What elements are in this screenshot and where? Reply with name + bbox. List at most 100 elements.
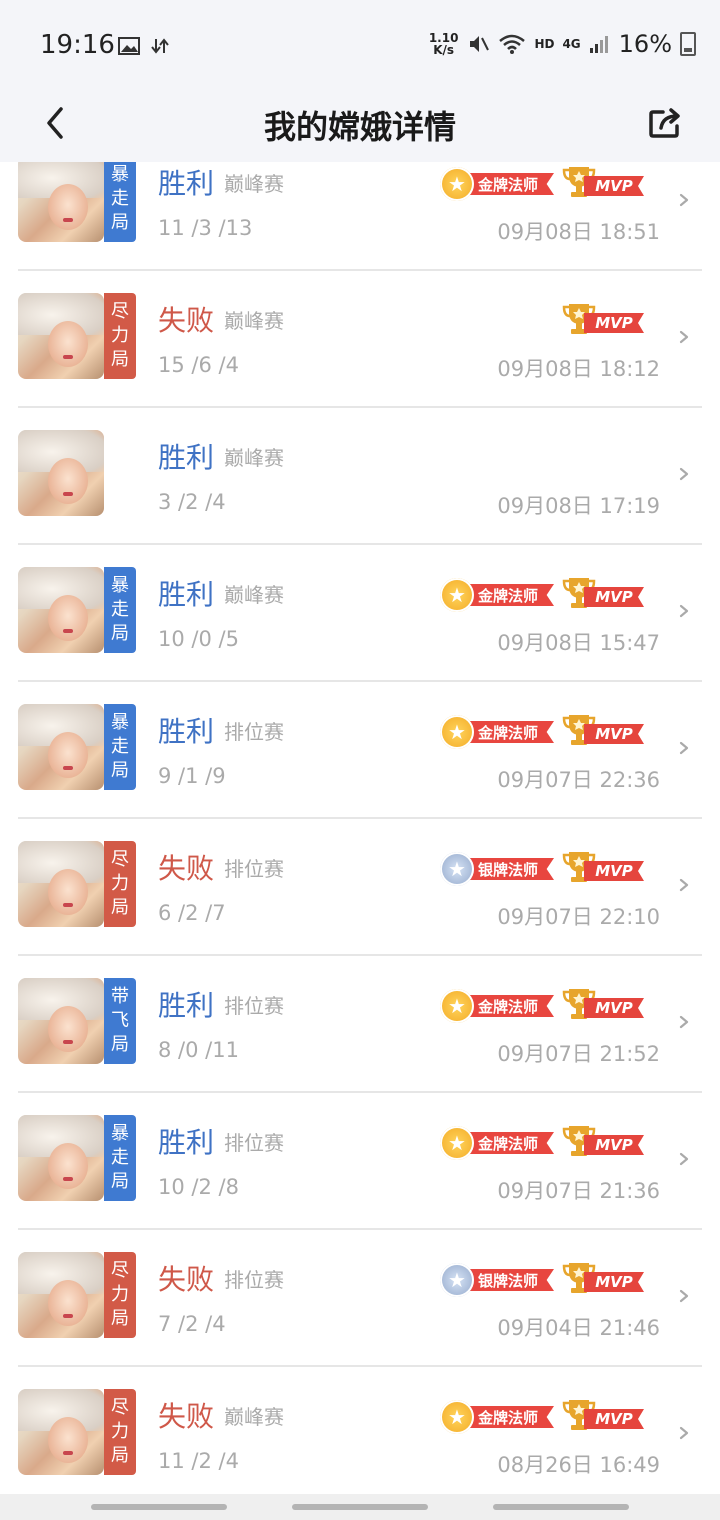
match-tag-char: 走 [111,188,129,209]
mvp-label: MVP [584,1135,644,1155]
wifi-icon [499,34,526,54]
medal-label: 金牌法师 [462,721,554,743]
match-tag-char: 带 [111,986,129,1007]
medal-badge: ★ 金牌法师 [440,1399,556,1435]
match-kda: 9 /1 /9 [158,764,226,788]
match-row[interactable]: 暴走局 胜利 排位赛 9 /1 /9 ★ 金牌法师 MVP 09月07日 22:… [18,682,702,819]
match-tag: 暴走局 [104,704,136,790]
chevron-right-icon [679,330,689,344]
match-kda: 11 /3 /13 [158,216,253,240]
share-button[interactable] [640,98,690,148]
match-mode: 排位赛 [224,1131,284,1155]
star-icon: ★ [440,578,474,612]
match-mode: 巅峰赛 [224,1405,284,1429]
match-row[interactable]: 暴走局 胜利 巅峰赛 11 /3 /13 ★ 金牌法师 MVP 09月08日 1… [18,162,702,271]
net-speed: 1.10 K/s [429,32,459,56]
match-tag-char: 飞 [111,1010,129,1031]
match-tag-char: 尽 [111,1397,129,1418]
nav-home-button[interactable] [292,1504,428,1510]
mvp-badge: MVP [562,986,646,1026]
medal-badge: ★ 银牌法师 [440,1262,556,1298]
match-tag-char: 局 [111,212,129,233]
match-result: 胜利 [158,715,215,748]
match-tag-char: 力 [111,1284,129,1305]
medal-label: 金牌法师 [462,1132,554,1154]
medal-badge: ★ 金牌法师 [440,166,556,202]
match-tag-char: 局 [111,1445,129,1466]
match-tag-char: 局 [111,1034,129,1055]
match-tag-char: 暴 [111,164,129,185]
match-tag-char: 走 [111,599,129,620]
match-row[interactable]: 暴走局 胜利 排位赛 10 /2 /8 ★ 金牌法师 MVP 09月07日 21… [18,1093,702,1230]
mvp-label: MVP [584,861,644,881]
match-row[interactable]: 尽力局 失败 巅峰赛 11 /2 /4 ★ 金牌法师 MVP 08月26日 16… [18,1367,702,1494]
match-row[interactable]: 尽力局 失败 排位赛 6 /2 /7 ★ 银牌法师 MVP 09月07日 22:… [18,819,702,956]
hero-avatar [18,162,104,242]
match-mode: 排位赛 [224,720,284,744]
match-row[interactable]: 胜利 巅峰赛 3 /2 /4 09月08日 17:19 [18,408,702,545]
mvp-badge: MVP [562,849,646,889]
medal-badge: ★ 金牌法师 [440,714,556,750]
nav-recents-button[interactable] [91,1504,227,1510]
match-row[interactable]: 尽力局 失败 巅峰赛 15 /6 /4 MVP 09月08日 18:12 [18,271,702,408]
mvp-label: MVP [584,313,644,333]
match-badges: ★ 银牌法师 MVP [440,849,646,889]
match-list[interactable]: 暴走局 胜利 巅峰赛 11 /3 /13 ★ 金牌法师 MVP 09月08日 1… [0,162,720,1494]
match-tag: 尽力局 [104,1252,136,1338]
medal-badge: ★ 金牌法师 [440,577,556,613]
mvp-label: MVP [584,176,644,196]
hero-avatar [18,293,104,379]
match-tag-char: 暴 [111,575,129,596]
status-left-icons [118,36,170,56]
match-tag: 暴走局 [104,1115,136,1201]
hd-label: HD [534,37,555,51]
match-row[interactable]: 带飞局 胜利 排位赛 8 /0 /11 ★ 金牌法师 MVP 09月07日 21… [18,956,702,1093]
star-icon: ★ [440,852,474,886]
match-time: 09月04日 21:46 [497,1316,660,1340]
match-result: 失败 [158,1263,215,1296]
chevron-right-icon [679,604,689,618]
medal-label: 金牌法师 [462,995,554,1017]
match-time: 09月07日 22:10 [497,905,660,929]
match-tag-char: 局 [111,623,129,644]
match-tag-char: 局 [111,760,129,781]
match-tag: 尽力局 [104,841,136,927]
star-icon: ★ [440,1263,474,1297]
match-kda: 3 /2 /4 [158,490,226,514]
match-badges: ★ 金牌法师 MVP [440,575,646,615]
header: 我的嫦娥详情 [0,92,720,162]
match-tag-char: 力 [111,325,129,346]
match-tag-char: 尽 [111,849,129,870]
match-tag: 尽力局 [104,1389,136,1475]
chevron-right-icon [679,1289,689,1303]
medal-badge: ★ 金牌法师 [440,988,556,1024]
match-mode: 排位赛 [224,1268,284,1292]
match-result: 失败 [158,852,215,885]
match-result: 失败 [158,1400,215,1433]
match-row[interactable]: 暴走局 胜利 巅峰赛 10 /0 /5 ★ 金牌法师 MVP 09月08日 15… [18,545,702,682]
star-icon: ★ [440,715,474,749]
medal-badge: ★ 银牌法师 [440,851,556,887]
match-row[interactable]: 尽力局 失败 排位赛 7 /2 /4 ★ 银牌法师 MVP 09月04日 21:… [18,1230,702,1367]
star-icon: ★ [440,1126,474,1160]
status-bar: 19:16 1.10 K/s HD 4G 16% [0,0,720,92]
battery-icon [680,32,696,56]
match-time: 09月08日 18:12 [497,357,660,381]
mvp-badge: MVP [562,301,646,341]
match-tag: 暴走局 [104,567,136,653]
match-badges: ★ 金牌法师 MVP [440,164,646,204]
chevron-right-icon [679,1152,689,1166]
mvp-label: MVP [584,1409,644,1429]
mvp-label: MVP [584,724,644,744]
hero-avatar [18,978,104,1064]
mvp-badge: MVP [562,575,646,615]
match-kda: 6 /2 /7 [158,901,226,925]
data-transfer-icon [151,38,169,54]
nav-back-button[interactable] [493,1504,629,1510]
hero-avatar [18,841,104,927]
status-right-icons: 1.10 K/s HD 4G 16% [429,30,696,58]
share-icon [649,108,680,138]
star-icon: ★ [440,1400,474,1434]
status-time: 19:16 [40,30,115,60]
match-tag: 暴走局 [104,162,136,242]
